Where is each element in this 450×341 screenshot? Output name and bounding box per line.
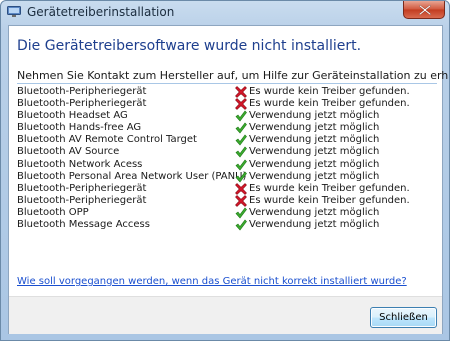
title-bar[interactable]: Gerätetreiberinstallation [1,1,449,25]
device-row: Bluetooth OPP Verwendung jetzt möglich [17,207,437,219]
instruction-text: Nehmen Sie Kontakt zum Hersteller auf, u… [17,69,450,82]
help-link[interactable]: Wie soll vorgegangen werden, wenn das Ge… [17,276,407,287]
device-name: Bluetooth-Peripheriegerät [17,194,147,206]
window-close-button[interactable] [403,1,445,19]
green-checkmark-icon [235,159,247,171]
device-row: Bluetooth Personal Area Network User (PA… [17,171,437,183]
red-x-icon [235,194,247,207]
dialog-window: Gerätetreiberinstallation Die Gerätetrei… [0,0,450,341]
close-button[interactable]: Schließen [370,307,437,328]
red-x-icon [235,182,247,195]
device-row: Bluetooth-Peripheriegerät Es wurde kein T… [17,86,437,98]
green-checkmark-icon [235,134,247,146]
device-status: Es wurde kein Treiber gefunden. [249,194,410,206]
device-status: Verwendung jetzt möglich [249,206,380,218]
device-row: Bluetooth-Peripheriegerät Es wurde kein T… [17,195,437,207]
device-status: Verwendung jetzt möglich [249,170,380,182]
device-row: Bluetooth Headset AG Verwendung jetzt mög… [17,110,437,122]
device-name: Bluetooth Personal Area Network User (PA… [17,170,247,182]
red-x-icon [235,86,247,98]
device-row: Bluetooth AV Remote Control Target Verwen… [17,134,437,146]
device-row: Bluetooth AV Source Verwendung jetzt mögl… [17,146,437,158]
device-status: Verwendung jetzt möglich [249,110,380,122]
device-status: Verwendung jetzt möglich [249,134,380,146]
device-list: Bluetooth-Peripheriegerät Es wurde kein T… [17,86,437,231]
device-status: Es wurde kein Treiber gefunden. [249,182,410,194]
green-checkmark-icon [235,146,247,158]
device-status: Verwendung jetzt möglich [249,158,380,170]
device-name: Bluetooth Message Access [17,219,150,231]
green-checkmark-icon [235,171,247,183]
device-row: Bluetooth Hands-free AG Verwendung jetzt … [17,122,437,134]
device-status: Verwendung jetzt möglich [249,219,380,231]
device-name: Bluetooth OPP [17,206,89,218]
window-title: Gerätetreiberinstallation [27,5,175,19]
device-status: Es wurde kein Treiber gefunden. [249,86,410,97]
device-name: Bluetooth-Peripheriegerät [17,98,147,110]
device-status: Verwendung jetzt möglich [249,122,380,134]
device-name: Bluetooth-Peripheriegerät [17,86,147,97]
device-status: Verwendung jetzt möglich [249,146,380,158]
device-row: Bluetooth-Peripheriegerät Es wurde kein T… [17,98,437,111]
device-name: Bluetooth Hands-free AG [17,122,142,134]
device-name: Bluetooth Headset AG [17,110,128,122]
dialog-footer: Schließen [9,296,442,334]
device-name: Bluetooth AV Remote Control Target [17,134,197,146]
close-icon [419,5,431,15]
device-row: Bluetooth-Peripheriegerät Es wurde kein T… [17,183,437,195]
device-row: Bluetooth Message Access Verwendung jetzt… [17,219,437,231]
device-row: Bluetooth Network Acess Verwendung jetzt … [17,159,437,171]
device-installer-icon [7,6,21,18]
green-checkmark-icon [235,219,247,231]
red-x-icon [235,98,247,111]
device-name: Bluetooth AV Source [17,146,120,158]
device-name: Bluetooth-Peripheriegerät [17,182,147,194]
dialog-content: Die Gerätetreibersoftware wurde nicht in… [8,25,449,334]
page-title: Die Gerätetreibersoftware wurde nicht in… [17,38,362,54]
green-checkmark-icon [235,110,247,122]
device-status: Es wurde kein Treiber gefunden. [249,98,410,110]
separator [17,83,437,84]
device-name: Bluetooth Network Acess [17,158,143,170]
green-checkmark-icon [235,122,247,134]
green-checkmark-icon [235,207,247,219]
